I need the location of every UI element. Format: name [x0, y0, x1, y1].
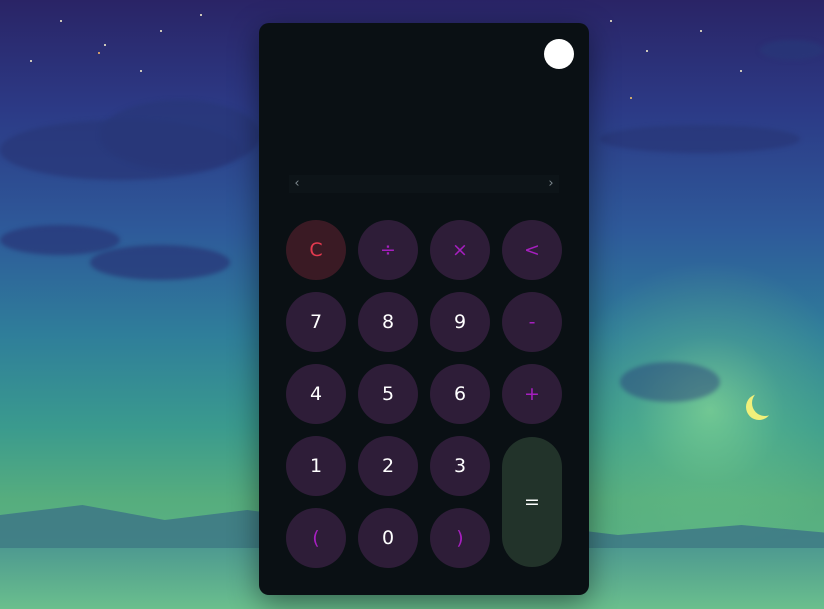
star	[104, 44, 106, 46]
cloud	[600, 125, 800, 153]
divide-button[interactable]: ÷	[358, 220, 418, 280]
calculator-display	[287, 79, 559, 169]
star	[160, 30, 162, 32]
digit-9-button[interactable]: 9	[430, 292, 490, 352]
minus-button[interactable]: -	[502, 292, 562, 352]
digit-3-button[interactable]: 3	[430, 436, 490, 496]
history-bar: ‹ ›	[289, 175, 559, 193]
cloud	[0, 225, 120, 255]
digit-7-button[interactable]: 7	[286, 292, 346, 352]
digit-6-button[interactable]: 6	[430, 364, 490, 424]
chevron-right-icon[interactable]: ›	[543, 175, 559, 193]
moon-icon	[752, 390, 778, 416]
digit-8-button[interactable]: 8	[358, 292, 418, 352]
calculator-panel: ‹ › C ÷ × < 7 8 9 - 4 5 6 + 1 2 3 = ( 0 …	[259, 23, 589, 595]
cloud	[620, 362, 720, 402]
star	[98, 52, 100, 54]
chevron-left-icon[interactable]: ‹	[289, 175, 305, 193]
digit-4-button[interactable]: 4	[286, 364, 346, 424]
backspace-button[interactable]: <	[502, 220, 562, 280]
digit-1-button[interactable]: 1	[286, 436, 346, 496]
theme-toggle-icon[interactable]	[544, 39, 574, 69]
star	[140, 70, 142, 72]
star	[30, 60, 32, 62]
star	[610, 20, 612, 22]
horizon-glow	[560, 260, 824, 560]
star	[60, 20, 62, 22]
star	[700, 30, 702, 32]
multiply-button[interactable]: ×	[430, 220, 490, 280]
star	[630, 97, 632, 99]
star	[646, 50, 648, 52]
digit-0-button[interactable]: 0	[358, 508, 418, 568]
cloud	[760, 40, 824, 60]
digit-2-button[interactable]: 2	[358, 436, 418, 496]
open-paren-button[interactable]: (	[286, 508, 346, 568]
cloud	[90, 245, 230, 280]
star	[200, 14, 202, 16]
close-paren-button[interactable]: )	[430, 508, 490, 568]
clear-button[interactable]: C	[286, 220, 346, 280]
cloud	[100, 100, 260, 170]
star	[740, 70, 742, 72]
equals-button[interactable]: =	[502, 437, 562, 567]
plus-button[interactable]: +	[502, 364, 562, 424]
digit-5-button[interactable]: 5	[358, 364, 418, 424]
